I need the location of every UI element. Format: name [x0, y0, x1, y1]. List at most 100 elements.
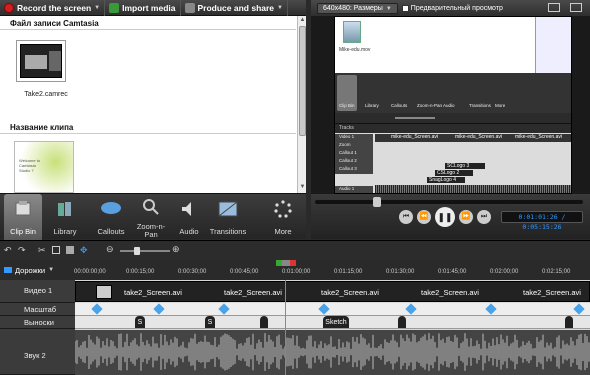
preview-option-label: Предварительный просмотр	[410, 4, 503, 12]
import-media-button[interactable]: Import media	[105, 0, 181, 16]
zoom-keyframe-marker[interactable]	[153, 303, 165, 315]
zoom-keyframe-marker[interactable]	[405, 303, 417, 315]
preview-margin-right	[572, 16, 590, 194]
record-button[interactable]: Record the screen ▼	[0, 0, 106, 16]
zoom-keyframe-marker[interactable]	[573, 303, 585, 315]
section-title-clip: Название клипа	[0, 122, 296, 134]
zoom-keyframe-marker[interactable]	[91, 303, 103, 315]
record-icon	[4, 2, 14, 13]
nested-tracks-menu: Tracks	[339, 125, 354, 131]
produce-share-button[interactable]: Produce and share ▼	[181, 0, 288, 16]
clip-label-4: take2_Screen.avi	[421, 288, 479, 297]
tab-library[interactable]: Library	[46, 194, 84, 240]
clip-thumbnail-take2[interactable]	[16, 40, 66, 82]
nested-preview-thumb	[535, 17, 571, 73]
ruler-tick-label: 0:01:45;00	[438, 269, 467, 275]
skip-forward-button[interactable]: ⏭	[477, 210, 491, 224]
preview-margin-left	[311, 16, 334, 194]
callout-marker-3[interactable]	[260, 316, 268, 328]
callout-marker-6[interactable]	[565, 316, 573, 328]
main-toolbar: Record the screen ▼ Import media Produce…	[0, 0, 306, 16]
track-label-audio-2[interactable]: Звук 2	[0, 329, 75, 375]
magnifier-icon	[143, 199, 159, 215]
video-clip[interactable]: take2_Screen.avi take2_Screen.avi take2_…	[75, 281, 590, 302]
undo-icon[interactable]: ↶	[4, 245, 12, 256]
zoom-out-icon[interactable]: ⊖	[106, 244, 114, 255]
zoom-keyframe-marker[interactable]	[318, 303, 330, 315]
zoom-in-icon[interactable]: ⊕	[172, 244, 180, 255]
scroll-down-icon[interactable]: ▼	[299, 184, 306, 191]
rewind-button[interactable]: ⏪	[417, 210, 431, 224]
nested-tracks: Video 1 Zoom Callout 1 Callout 2 Callout 3 Au…	[335, 133, 571, 193]
zoom-keyframe-marker[interactable]	[485, 303, 497, 315]
detach-icon[interactable]	[548, 3, 560, 12]
checkbox[interactable]	[401, 4, 409, 12]
scroll-thumb[interactable]	[299, 26, 306, 136]
tab-more[interactable]: More	[266, 194, 300, 240]
fast-forward-button[interactable]: ⏩	[459, 210, 473, 224]
clip-label-3: take2_Screen.avi	[321, 288, 379, 297]
clip-bin-scrollbar[interactable]: ▲ ▼	[297, 16, 306, 193]
track-label-zoom[interactable]: Масштаб	[0, 303, 75, 316]
tab-zoom-n-pan[interactable]: Zoom-n-Pan	[132, 194, 170, 240]
fullscreen-icon[interactable]	[570, 3, 582, 12]
track-label-callouts[interactable]: Выноски	[0, 316, 75, 329]
scrubber-thumb[interactable]	[373, 197, 381, 207]
ruler-tick-label: 0:00:30;00	[178, 269, 207, 275]
zoom-slider-thumb[interactable]	[134, 247, 140, 255]
audio-waveform	[74, 333, 590, 371]
more-dots-icon	[274, 200, 292, 218]
nested-track-label: Callout 2	[335, 158, 373, 166]
preview-canvas[interactable]: Mike-edu.mov Clip Bin Library Callouts Zoom…	[334, 16, 572, 194]
nested-track-label: Audio 1	[335, 186, 373, 193]
clip-label-5: take2_Screen.avi	[523, 288, 581, 297]
nested-clip-bin: Mike-edu.mov	[335, 17, 571, 73]
ruler-tick-label: 0:01:15;00	[334, 269, 363, 275]
timeline-toolbar: ↶ ↷ ✂ ✥ ⊖ ⊕	[0, 240, 590, 260]
nested-callout-3: SnagLogo 4	[427, 177, 465, 183]
zoom-keyframe-marker[interactable]	[218, 303, 230, 315]
clip-bin-panel: Файл записи Camtasia Take2.camrec Назван…	[0, 16, 306, 193]
zoom-track	[75, 303, 590, 316]
preview-option[interactable]: Предварительный просмотр	[401, 4, 503, 12]
playback-scrubber[interactable]	[315, 197, 583, 207]
section-title-recording: Файл записи Camtasia	[0, 18, 296, 30]
nested-callout-1: SCLogo 3	[445, 163, 485, 169]
tab-clip-bin[interactable]: Clip Bin	[4, 194, 42, 240]
copy-icon[interactable]	[52, 246, 60, 254]
nested-timeline-toolbar	[335, 113, 571, 123]
playhead-handle[interactable]	[276, 260, 296, 266]
tab-transitions[interactable]: Transitions	[208, 194, 248, 240]
paste-icon[interactable]	[66, 246, 74, 254]
pause-button[interactable]: ❚❚	[435, 207, 455, 227]
nested-tab-label: Audio	[443, 103, 455, 108]
tab-callouts[interactable]: Callouts	[92, 194, 130, 240]
skip-back-button[interactable]: ⏮	[399, 210, 413, 224]
nested-tab-label: Clip Bin	[339, 103, 355, 108]
zoom-slider[interactable]	[120, 247, 170, 255]
clip-name-take2: Take2.camrec	[24, 91, 68, 98]
clip-thumbnail-welcome[interactable]: Welcome to Camtasia Studio 7	[14, 141, 74, 193]
cut-icon[interactable]: ✂	[38, 245, 46, 256]
track-label-video-1[interactable]: Видео 1	[0, 280, 75, 303]
callout-marker-1[interactable]: S	[135, 316, 145, 328]
callout-marker-5[interactable]	[398, 316, 406, 328]
audio-clip[interactable]	[74, 330, 590, 375]
ruler-tick-label: 0:00:45;00	[230, 269, 259, 275]
callout-icon	[101, 202, 121, 214]
tab-audio[interactable]: Audio	[172, 194, 206, 240]
nested-track-label: Video 1	[335, 134, 373, 142]
callout-marker-2[interactable]: S	[205, 316, 215, 328]
scroll-up-icon[interactable]: ▲	[299, 17, 306, 24]
split-icon[interactable]: ✥	[80, 245, 88, 256]
nested-ruler: Tracks	[335, 123, 571, 133]
record-label: Record the screen	[17, 2, 92, 13]
tracks-menu[interactable]: Дорожки ▼	[4, 264, 72, 276]
size-dropdown[interactable]: 640x480: Размеры ▼	[317, 2, 398, 14]
tool-tabs: Clip Bin Library Callouts Zoom-n-Pan Aud…	[0, 193, 306, 240]
nested-tool-tabs: Clip Bin Library Callouts Zoom-n-Pan Audio Tr…	[335, 73, 571, 113]
import-label: Import media	[122, 2, 176, 13]
callout-marker-sketch[interactable]: Sketch	[323, 316, 349, 328]
redo-icon[interactable]: ↷	[18, 245, 26, 256]
transitions-icon	[218, 201, 238, 217]
